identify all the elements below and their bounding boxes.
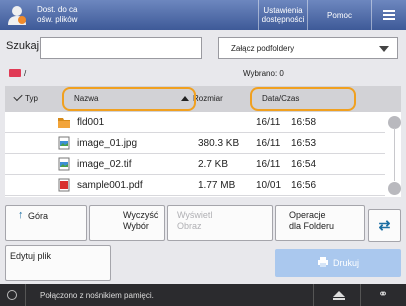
divider (360, 284, 361, 306)
clear-selection-button[interactable]: Wyczyść Wybór (89, 205, 165, 241)
switch-view-button[interactable]: ⇄ (368, 209, 401, 242)
table-row[interactable]: image_01.jpg 380.3 KB 16/11 16:53 (5, 133, 385, 154)
folder-operations-label-1: Operacje (289, 210, 326, 220)
status-message: Połączono z nośnikiem pamięci. (40, 291, 154, 300)
table-row[interactable]: sample001.pdf 1.77 MB 10/01 16:56 (5, 175, 385, 196)
file-name: image_02.tif (77, 159, 132, 170)
network-icon[interactable]: ⚭ (378, 287, 388, 301)
status-icon (7, 290, 17, 300)
pdf-file-icon (57, 178, 71, 192)
chevron-down-icon (379, 46, 389, 52)
table-row[interactable]: fld001 16/11 16:58 (5, 112, 385, 133)
file-time: 16:58 (291, 117, 317, 128)
eject-icon-bar (333, 298, 345, 300)
subfolder-select[interactable]: Załącz podfoldery (218, 37, 398, 59)
printer-icon (317, 256, 329, 270)
hamburger-icon (383, 8, 395, 22)
edit-file-button[interactable]: Edytuj plik (5, 245, 111, 281)
top-bar: Dost. do ca ośw. plików Ustawienia dostę… (0, 0, 406, 30)
table-header: Typ Nazwa Rozmiar Data/Czas (5, 86, 401, 112)
swap-arrows-icon: ⇄ (378, 217, 391, 233)
up-button-label: Góra (28, 211, 49, 221)
file-date: 16/11 (256, 159, 281, 170)
edit-file-label: Edytuj plik (10, 251, 52, 261)
clear-selection-label-1: Wyczyść (123, 210, 159, 220)
file-name: image_01.jpg (77, 138, 138, 149)
folder-icon (57, 115, 71, 129)
divider (313, 284, 314, 306)
view-image-label-2: Obraz (177, 221, 202, 231)
date-column-highlight (250, 87, 356, 111)
check-icon (13, 91, 23, 102)
scrollbar[interactable] (388, 112, 401, 197)
user-access-label: Dost. do ca ośw. plików (37, 5, 78, 24)
view-image-button[interactable]: Wyświetl Obraz (167, 205, 273, 241)
file-size: 1.77 MB (198, 180, 236, 191)
print-button[interactable]: Drukuj (275, 249, 401, 277)
user-icon[interactable] (6, 4, 28, 26)
column-type[interactable]: Typ (25, 86, 38, 112)
file-time: 16:56 (291, 180, 317, 191)
file-name: sample001.pdf (77, 180, 143, 191)
file-date: 10/01 (256, 180, 282, 191)
memory-media-icon (9, 69, 21, 77)
up-button[interactable]: ↑ Góra (5, 205, 87, 241)
selected-count: Wybrano: 0 (243, 69, 284, 78)
column-size[interactable]: Rozmiar (193, 86, 223, 112)
file-size: 380.3 KB (198, 138, 240, 149)
table-row[interactable]: image_02.tif 2.7 KB 16/11 16:54 (5, 154, 385, 175)
name-column-highlight (62, 87, 196, 111)
status-bar: Połączono z nośnikiem pamięci. ⚭ (0, 284, 406, 306)
path-row: / Wybrano: 0 (0, 66, 406, 82)
file-size: 2.7 KB (198, 159, 229, 170)
scroll-track (394, 128, 395, 181)
folder-operations-label-2: dla Folderu (289, 221, 335, 231)
menu-button[interactable] (372, 0, 406, 30)
up-arrow-icon: ↑ (18, 209, 24, 221)
subfolder-select-value: Załącz podfoldery (231, 44, 295, 53)
file-date: 16/11 (256, 117, 281, 128)
folder-operations-button[interactable]: Operacje dla Folderu (275, 205, 365, 241)
search-label: Szukaj (6, 40, 40, 52)
accessibility-button[interactable]: Ustawienia dostępności (259, 0, 307, 30)
file-list: fld001 16/11 16:58 image_01.jpg 380.3 KB… (5, 112, 401, 197)
image-file-icon (57, 157, 71, 171)
clear-selection-label-2: Wybór (123, 221, 149, 231)
file-time: 16:54 (291, 159, 317, 170)
print-button-label: Drukuj (332, 258, 359, 268)
help-button[interactable]: Pomoc (308, 0, 371, 30)
file-time: 16:53 (291, 138, 317, 149)
search-input[interactable] (40, 37, 202, 59)
eject-icon[interactable] (333, 291, 345, 297)
scroll-down-icon[interactable] (388, 182, 401, 195)
file-date: 16/11 (256, 138, 281, 149)
current-path: / (24, 69, 27, 78)
file-name: fld001 (77, 117, 105, 128)
divider (25, 284, 26, 306)
view-image-label-1: Wyświetl (177, 210, 213, 220)
image-file-icon (57, 136, 71, 150)
